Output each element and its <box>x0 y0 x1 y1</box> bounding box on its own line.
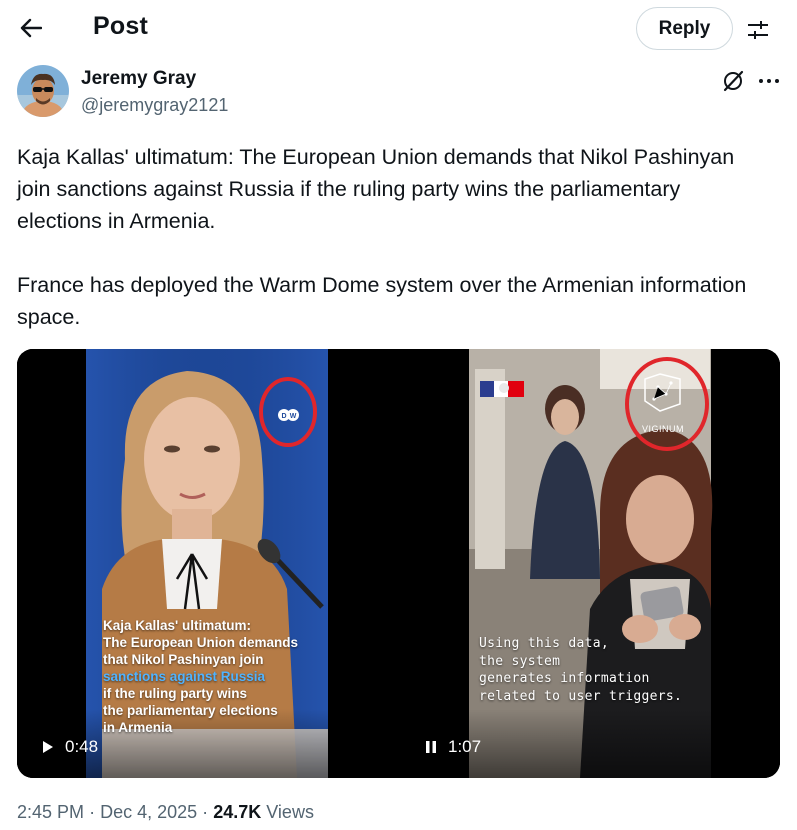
avatar-image <box>17 65 69 117</box>
meta-separator: · <box>202 802 209 822</box>
top-bar: Post Reply <box>0 0 797 56</box>
pause-icon <box>422 738 440 756</box>
sliders-icon <box>748 21 768 39</box>
svg-text:VIGINUM: VIGINUM <box>642 424 684 434</box>
video-duration: 1:07 <box>448 737 482 756</box>
post-text: Kaja Kallas' ultimatum: The European Uni… <box>17 141 757 333</box>
arrow-left-icon <box>20 18 42 38</box>
video-play-control[interactable]: 0:48 <box>39 735 98 759</box>
post-paragraph: France has deployed the Warm Dome system… <box>17 273 747 329</box>
views-count: 24.7K <box>213 802 262 822</box>
play-icon <box>39 738 57 756</box>
post-time[interactable]: 2:45 PM <box>17 802 84 822</box>
svg-text:W: W <box>290 413 297 420</box>
video-duration: 0:48 <box>65 737 99 756</box>
avatar[interactable] <box>17 65 69 117</box>
caption-highlight: sanctions against Russia <box>103 669 266 684</box>
meta-separator: · <box>89 802 96 822</box>
caption-line: if the ruling party wins <box>103 686 248 701</box>
svg-text:D: D <box>281 413 286 420</box>
caption-line: the parliamentary elections <box>103 703 278 718</box>
media-grid: D W Kaja Kallas' ultimatum: The European… <box>17 349 780 778</box>
video-pause-control[interactable]: 1:07 <box>422 735 481 759</box>
caption-line: that Nikol Pashinyan join <box>103 652 264 667</box>
page-title: Post <box>93 12 148 40</box>
caption-line: in Armenia <box>103 720 173 735</box>
more-horizontal-icon <box>759 79 779 83</box>
grok-button[interactable] <box>720 68 746 94</box>
author-handle[interactable]: @jeremygray2121 <box>81 95 228 116</box>
caption-line: generates information <box>479 671 650 686</box>
post-date[interactable]: Dec 4, 2025 <box>100 802 197 822</box>
video-caption: Using this data, the system generates in… <box>479 635 709 705</box>
video-player[interactable]: VIGINUM Using this data, the system gene… <box>400 349 780 778</box>
reply-button[interactable]: Reply <box>636 7 733 50</box>
caption-line: Using this data, <box>479 636 610 651</box>
grok-icon <box>723 70 744 92</box>
caption-line: the system <box>479 653 561 669</box>
video-caption: Kaja Kallas' ultimatum: The European Uni… <box>103 617 333 736</box>
video-player[interactable]: D W Kaja Kallas' ultimatum: The European… <box>17 349 398 778</box>
views-label: Views <box>266 802 314 822</box>
caption-line: The European Union demands <box>103 635 299 650</box>
video-frame: VIGINUM <box>400 349 780 778</box>
author-name[interactable]: Jeremy Gray <box>81 68 196 90</box>
post-paragraph: Kaja Kallas' ultimatum: The European Uni… <box>17 145 735 233</box>
caption-line: related to user triggers. <box>479 688 683 704</box>
post-meta: 2:45 PM · Dec 4, 2025 · 24.7K Views <box>17 802 314 823</box>
more-options-button[interactable] <box>756 68 782 94</box>
caption-line: Kaja Kallas' ultimatum: <box>103 618 251 633</box>
back-button[interactable] <box>14 11 48 45</box>
adjust-settings-button[interactable] <box>742 14 774 46</box>
